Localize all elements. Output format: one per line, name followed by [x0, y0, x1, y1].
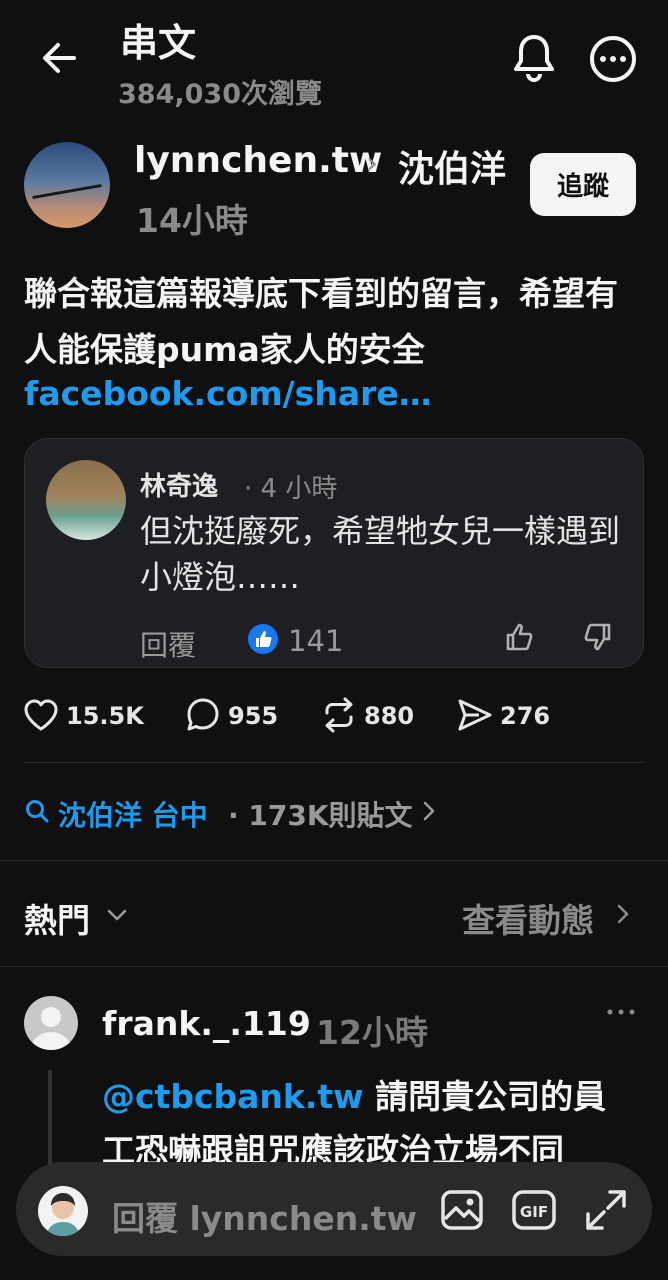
embed-time: · 4 小時 — [244, 474, 338, 504]
search-icon — [24, 798, 50, 824]
post-body: 聯合報這篇報導底下看到的留言，希望有人能保護puma家人的安全 — [24, 274, 618, 369]
reply-timestamp: 12小時 — [316, 1013, 428, 1052]
reply-avatar[interactable] — [24, 996, 78, 1050]
embed-text: 但沈挺廢死，希望牠女兒一樣遇到小燈泡…… — [140, 512, 621, 596]
mention-link[interactable]: @ctbcbank.tw — [102, 1077, 364, 1116]
page-title: 串文 — [120, 21, 197, 65]
like-count: 15.5K — [66, 702, 144, 730]
chevron-right-icon[interactable] — [612, 898, 634, 930]
sort-dropdown[interactable]: 熱門 — [24, 894, 90, 942]
divider — [24, 762, 644, 763]
share-icon[interactable] — [456, 696, 494, 734]
comment-icon[interactable] — [184, 696, 222, 734]
post-timestamp: 14小時 — [136, 201, 248, 240]
section-divider — [0, 966, 668, 967]
topic-post-count: · 173K則貼文 — [228, 799, 413, 832]
topic-separator: › — [366, 146, 378, 181]
image-icon[interactable] — [438, 1186, 486, 1234]
repost-count: 880 — [364, 702, 415, 730]
topic-tag-link[interactable]: 沈伯洋 台中 — [58, 794, 208, 834]
heart-icon[interactable] — [22, 696, 60, 734]
author-username[interactable]: lynnchen.tw — [134, 140, 382, 181]
post-link[interactable]: facebook.com/share… — [24, 374, 432, 413]
more-options-icon[interactable] — [588, 34, 638, 84]
my-avatar — [38, 1186, 88, 1236]
post-topic[interactable]: 沈伯洋 — [398, 140, 506, 192]
view-count: 384,030次瀏覽 — [118, 79, 322, 110]
reply-username[interactable]: frank._.119 — [102, 1004, 311, 1043]
embed-like-count: 141 — [288, 624, 344, 658]
repost-icon[interactable] — [320, 696, 358, 734]
embed-avatar — [46, 460, 126, 540]
author-avatar[interactable] — [24, 142, 110, 228]
view-activity-link[interactable]: 查看動態 — [462, 894, 594, 942]
comment-count: 955 — [228, 702, 279, 730]
more-options-icon[interactable] — [604, 1002, 638, 1022]
back-arrow-icon[interactable] — [38, 36, 82, 80]
thumbs-down-icon — [580, 620, 614, 654]
gif-icon[interactable]: GIF — [510, 1186, 558, 1234]
thumbs-up-icon — [503, 620, 537, 654]
facebook-like-icon — [248, 624, 278, 654]
bell-icon[interactable] — [510, 32, 558, 84]
section-divider — [0, 860, 668, 861]
follow-button[interactable]: 追蹤 — [530, 153, 636, 216]
embed-reply-label: 回覆 — [140, 629, 197, 662]
reply-input[interactable]: 回覆 lynnchen.tw — [112, 1192, 417, 1240]
embed-author: 林奇逸 — [140, 472, 219, 502]
share-count: 276 — [500, 702, 551, 730]
chevron-right-icon[interactable] — [418, 796, 440, 826]
chevron-down-icon[interactable] — [104, 904, 130, 926]
svg-text:GIF: GIF — [520, 1203, 548, 1221]
expand-icon[interactable] — [582, 1186, 630, 1234]
